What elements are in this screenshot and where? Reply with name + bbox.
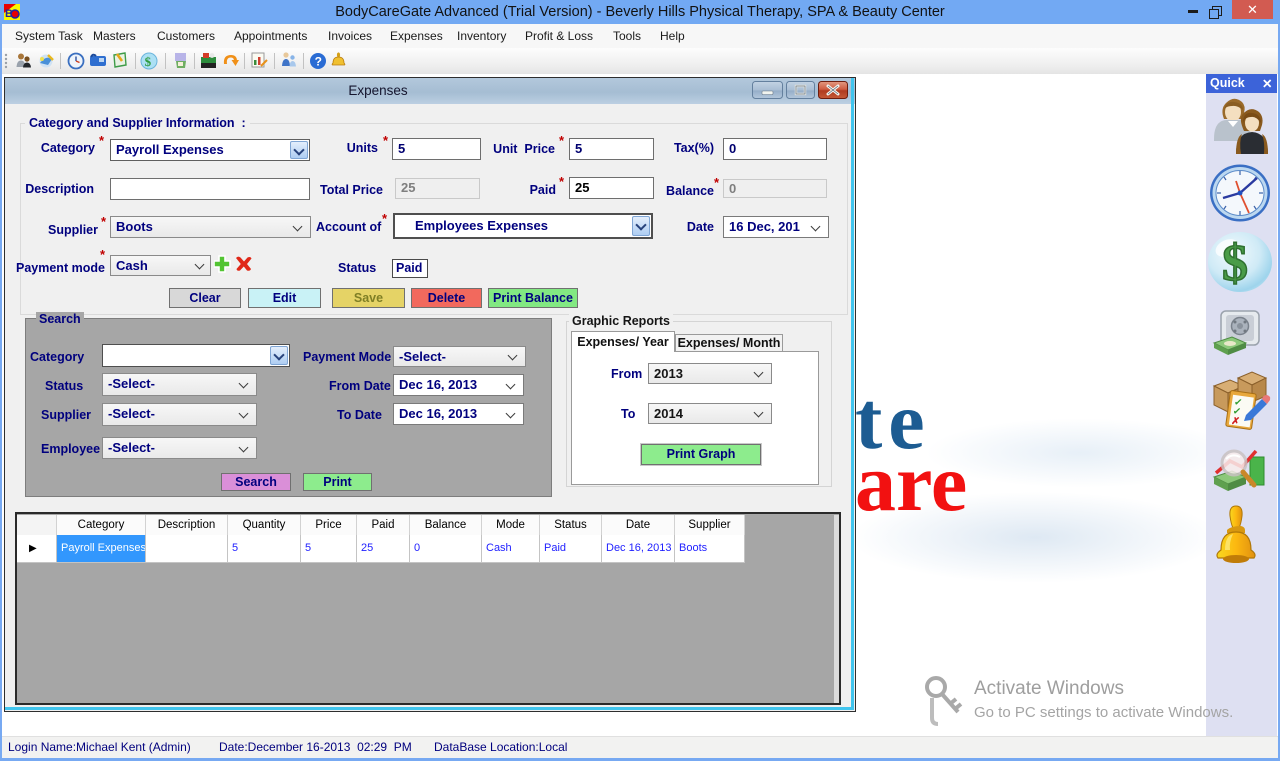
svg-text:✗: ✗	[1231, 416, 1241, 428]
svg-text:$: $	[145, 54, 152, 69]
svg-text:$: $	[1222, 235, 1248, 292]
svg-text:?: ?	[315, 55, 322, 69]
